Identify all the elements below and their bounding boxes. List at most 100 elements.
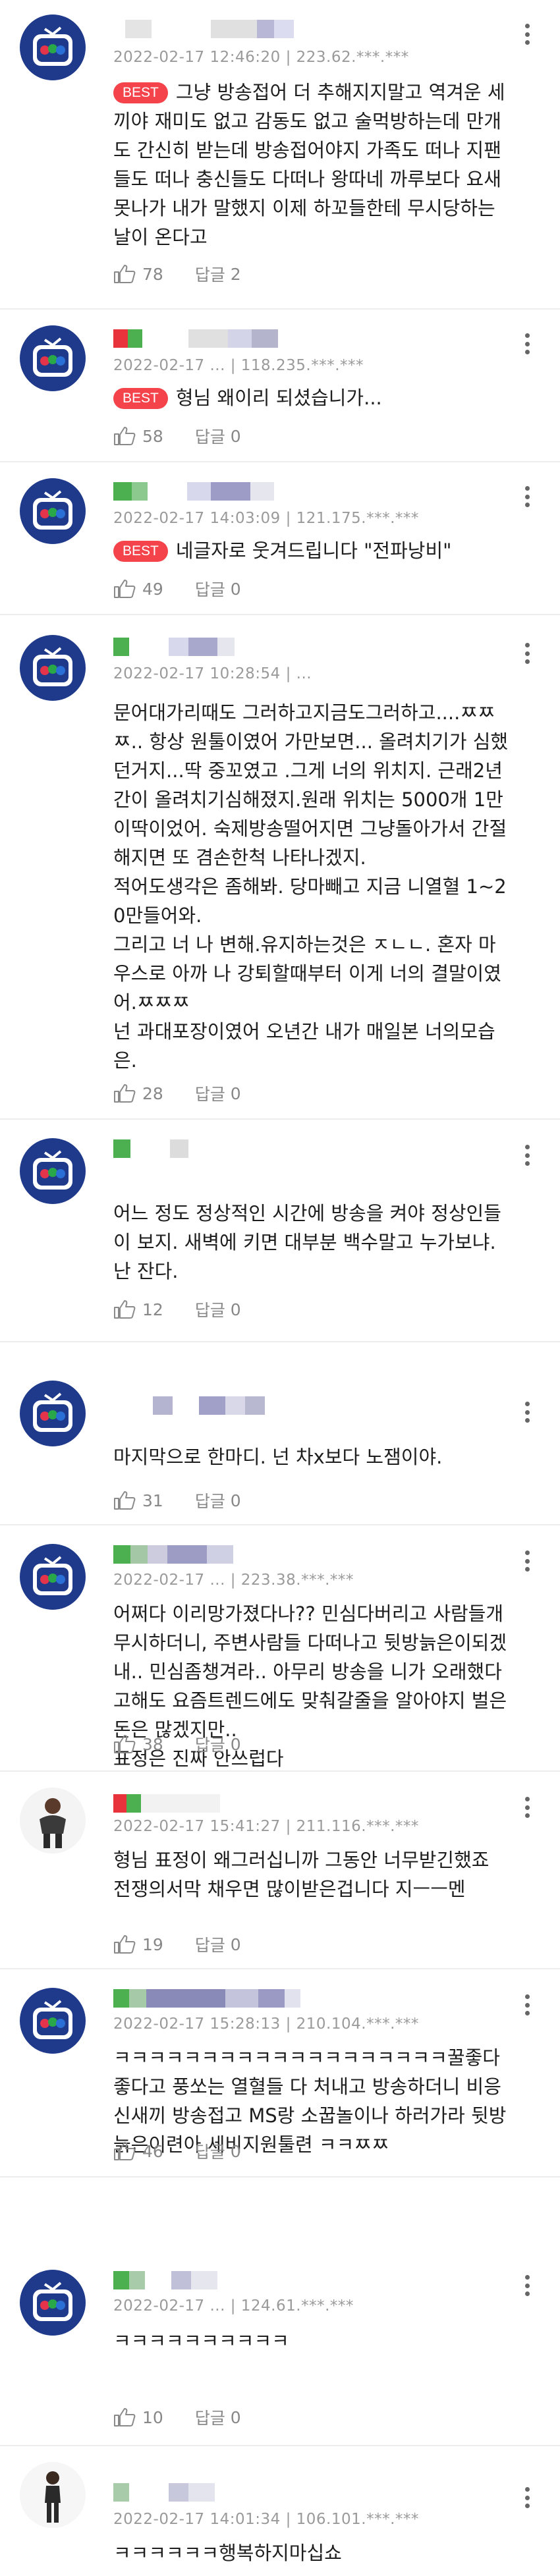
blurred-username — [113, 329, 278, 348]
comment-meta: 2022-02-17 ... | 223.38.***.*** — [113, 1572, 354, 1589]
reply-label[interactable]: 답글 — [195, 262, 225, 286]
comment-body: 그냥 방송접어 더 추해지지말고 역겨운 세끼야 재미도 없고 감동도 없고 술… — [113, 81, 505, 248]
reply-count[interactable]: 0 — [231, 2142, 241, 2161]
comment-meta: 2022-02-17 ... | 118.235.***.*** — [113, 357, 364, 374]
comment-meta: 2022-02-17 14:03:09 | 121.175.***.*** — [113, 510, 419, 527]
like-count: 58 — [142, 426, 163, 446]
tv-mascot-icon — [20, 325, 86, 391]
blurred-username — [113, 638, 235, 656]
tv-mascot-icon — [20, 2270, 86, 2336]
avatar[interactable] — [20, 14, 86, 80]
reply-count[interactable]: 0 — [231, 1491, 241, 1510]
more-vertical-icon[interactable] — [520, 1547, 534, 1576]
thumbs-up-icon[interactable] — [113, 1734, 136, 1754]
reply-count[interactable]: 0 — [231, 1084, 241, 1103]
reply-count[interactable]: 0 — [231, 427, 241, 446]
thumbs-up-icon[interactable] — [113, 264, 136, 284]
like-count: 46 — [142, 2141, 163, 2161]
thumbs-up-icon[interactable] — [113, 1934, 136, 1954]
avatar[interactable] — [20, 325, 86, 391]
blurred-username — [113, 1396, 265, 1415]
avatar[interactable] — [20, 635, 86, 701]
more-vertical-icon[interactable] — [520, 1793, 534, 1822]
avatar[interactable] — [20, 478, 86, 544]
best-badge: BEST — [113, 388, 168, 409]
best-badge: BEST — [113, 541, 168, 562]
comment-item: 2022-02-17 ... | 118.235.***.*** BEST 형님 … — [0, 310, 560, 462]
avatar[interactable] — [20, 1544, 86, 1610]
reply-label[interactable]: 답글 — [195, 2405, 225, 2429]
comment-item: 2022-02-17 15:28:13 | 210.104.***.*** ㅋㅋ… — [0, 1969, 560, 2178]
blurred-username — [113, 1139, 188, 1158]
reply-label[interactable]: 답글 — [195, 2139, 225, 2163]
comment-text: 어느 정도 정상적인 시간에 방송을 켜야 정상인들이 보지. 새벽에 키면 대… — [113, 1202, 501, 1282]
reply-count[interactable]: 0 — [231, 1935, 241, 1954]
comment-actions: 31 답글 0 — [113, 1489, 241, 1512]
thumbs-up-icon[interactable] — [113, 2141, 136, 2161]
comment-text: BEST 그냥 방송접어 더 추해지지말고 역겨운 세끼야 재미도 없고 감동도 … — [113, 78, 509, 252]
thumbs-up-icon[interactable] — [113, 1300, 136, 1319]
avatar[interactable] — [20, 1788, 86, 1853]
avatar[interactable] — [20, 2270, 86, 2336]
comment-meta: 2022-02-17 ... | 124.61.***.*** — [113, 2297, 354, 2315]
avatar[interactable] — [20, 1138, 86, 1204]
like-count: 10 — [142, 2407, 163, 2427]
more-vertical-icon[interactable] — [520, 1141, 534, 1170]
thumbs-up-icon[interactable] — [113, 1083, 136, 1103]
like-count: 31 — [142, 1491, 163, 1510]
tv-mascot-icon — [20, 478, 86, 544]
comment-text: ㅋㅋㅋㅋㅋㅋㅋㅋㅋㅋ — [113, 2330, 289, 2352]
avatar[interactable] — [20, 1381, 86, 1446]
comment-item: 2022-02-17 ... 어느 정도 정상적인 시간에 방송을 켜야 정상인… — [0, 1120, 560, 1342]
thumbs-up-icon[interactable] — [113, 579, 136, 599]
reply-count[interactable]: 2 — [231, 265, 241, 284]
more-vertical-icon[interactable] — [520, 639, 534, 668]
comment-meta: 2022-02-17 15:28:13 | 210.104.***.*** — [113, 2015, 419, 2033]
more-vertical-icon[interactable] — [520, 482, 534, 511]
comment-meta: 2022-02-17 10:28:54 | ... — [113, 665, 312, 682]
more-vertical-icon[interactable] — [520, 1398, 534, 1427]
reply-label[interactable]: 답글 — [195, 1489, 225, 1512]
comment-text: 형님 표정이 왜그러십니까 그동안 너무받긴했죠 전쟁의서막 채우면 많이받은겁… — [113, 1849, 490, 1900]
comment-item: 2022-02-17 ... | 223.38.***.*** 어쩌다 이리망가… — [0, 1525, 560, 1772]
reply-label[interactable]: 답글 — [195, 424, 225, 448]
blurred-username — [113, 20, 294, 38]
comment-text: 마지막으로 한마디. 넌 차x보다 노잼이야. — [113, 1446, 443, 1468]
comment-item: 2022-02-17 14:01:34 | 106.101.***.*** ㅋㅋ… — [0, 2446, 560, 2576]
tv-mascot-icon — [20, 1544, 86, 1610]
thumbs-up-icon[interactable] — [113, 426, 136, 446]
reply-label[interactable]: 답글 — [195, 1082, 225, 1105]
reply-count[interactable]: 0 — [231, 580, 241, 599]
avatar[interactable] — [20, 2462, 86, 2528]
blurred-username — [113, 1794, 220, 1813]
thumbs-up-icon[interactable] — [113, 1491, 136, 1510]
like-count: 19 — [142, 1934, 163, 1954]
more-vertical-icon[interactable] — [520, 2483, 534, 2512]
more-vertical-icon[interactable] — [520, 20, 534, 49]
more-vertical-icon[interactable] — [520, 2271, 534, 2300]
avatar[interactable] — [20, 1988, 86, 2054]
comment-text: 문어대가리때도 그러하고지금도그러하고....ㅉㅉㅉ.. 항상 원툴이였어 가만… — [113, 701, 509, 1072]
tv-mascot-icon — [20, 635, 86, 701]
like-count: 38 — [142, 1734, 163, 1754]
comment-actions: 49 답글 0 — [113, 577, 241, 601]
thumbs-up-icon[interactable] — [113, 2407, 136, 2427]
reply-label[interactable]: 답글 — [195, 1298, 225, 1321]
blurred-username — [113, 2483, 215, 2502]
comment-item: 2022-02-17 12:46:20 | 223.62.***.*** BES… — [0, 0, 560, 310]
comment-actions: 12 답글 0 — [113, 1298, 241, 1321]
comment-text: BEST 네글자로 웃겨드립니다 "전파낭비" — [113, 536, 509, 565]
reply-label[interactable]: 답글 — [195, 1932, 225, 1956]
more-vertical-icon[interactable] — [520, 1990, 534, 2019]
like-count: 28 — [142, 1083, 163, 1103]
reply-label[interactable]: 답글 — [195, 1732, 225, 1756]
comment-text: ㅋㅋㅋㅋㅋㅋ행복하지마십쇼 — [113, 2542, 342, 2564]
more-vertical-icon[interactable] — [520, 329, 534, 358]
tv-mascot-icon — [20, 1988, 86, 2054]
comment-meta: 2022-02-17 14:01:34 | 106.101.***.*** — [113, 2511, 419, 2528]
reply-count[interactable]: 0 — [231, 2408, 241, 2427]
best-badge: BEST — [113, 82, 168, 103]
reply-label[interactable]: 답글 — [195, 577, 225, 601]
reply-count[interactable]: 0 — [231, 1735, 241, 1754]
reply-count[interactable]: 0 — [231, 1300, 241, 1319]
